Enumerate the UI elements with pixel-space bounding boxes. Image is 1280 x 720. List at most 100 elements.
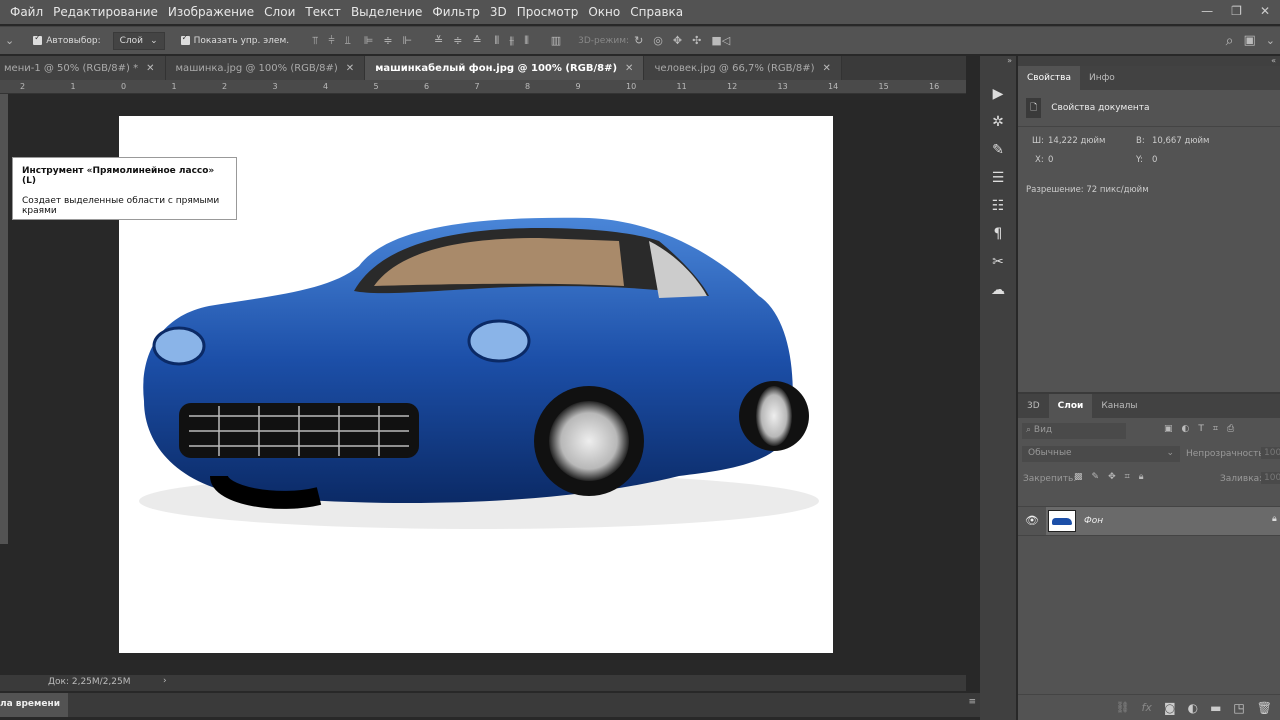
menu-file[interactable]: Файл <box>10 5 43 19</box>
close-icon[interactable]: ✕ <box>1260 4 1270 18</box>
roll-3d-icon[interactable]: ◎ <box>653 34 663 47</box>
menu-view[interactable]: Просмотр <box>517 5 579 19</box>
timeline-tab[interactable]: ла времени <box>0 693 69 717</box>
menu-image[interactable]: Изображение <box>168 5 254 19</box>
chevron-down-icon: ⌄ <box>1166 448 1174 458</box>
close-tab-icon[interactable]: ✕ <box>146 63 154 74</box>
autoselect-dropdown[interactable]: Слой ⌄ <box>112 31 165 50</box>
minimize-icon[interactable]: — <box>1201 4 1213 18</box>
lock-all-icon[interactable]: 🔒︎ <box>1139 472 1144 482</box>
tab-document-2[interactable]: машинка.jpg @ 100% (RGB/8#) ✕ <box>165 56 366 80</box>
brush-icon[interactable]: ✎ <box>992 142 1004 158</box>
lock-artboard-icon[interactable]: ⌗ <box>1125 472 1130 482</box>
align-hcenter-icon[interactable]: ≑ <box>383 34 392 47</box>
status-menu-chevron-icon[interactable]: › <box>163 676 167 686</box>
lock-position-icon[interactable]: ✥ <box>1108 472 1116 482</box>
fx-icon[interactable]: fx <box>1142 701 1152 714</box>
search-icon[interactable]: ⌕ <box>1226 33 1234 49</box>
lock-pixels-icon[interactable]: ✎ <box>1092 472 1100 482</box>
paragraph-styles-icon[interactable]: ☷ <box>992 198 1005 214</box>
add-mask-icon[interactable]: ◙ <box>1164 701 1176 715</box>
workspace-icon[interactable]: ▣ <box>1243 33 1255 48</box>
layer-name[interactable]: Фон <box>1084 516 1103 526</box>
distribute-right-icon[interactable]: ⫴ <box>524 34 529 48</box>
link-layers-icon[interactable]: ⛓ <box>1116 701 1130 714</box>
distribute-bottom-icon[interactable]: ≙ <box>472 34 481 47</box>
menu-select[interactable]: Выделение <box>351 5 422 19</box>
slide-3d-icon[interactable]: ✣ <box>692 34 701 47</box>
autoselect-checkbox[interactable]: Автовыбор: <box>33 33 101 46</box>
filter-pixel-icon[interactable]: ▣ <box>1164 424 1173 434</box>
filter-shape-icon[interactable]: ⌗ <box>1213 424 1218 434</box>
blend-mode-dropdown[interactable]: Обычные ⌄ <box>1022 446 1180 462</box>
adjustments-icon[interactable]: ☰ <box>992 170 1005 186</box>
distribute-hcenter-icon[interactable]: ⫵ <box>509 34 514 48</box>
tab-properties[interactable]: Свойства <box>1018 66 1080 90</box>
orbit-3d-icon[interactable]: ↻ <box>634 34 643 47</box>
show-controls-checkbox[interactable]: Показать упр. элем. <box>180 33 289 46</box>
auto-align-icon[interactable]: ▥ <box>551 34 561 47</box>
x-value[interactable]: 0 <box>1048 155 1053 165</box>
layer-filter-input[interactable]: ⌕ Вид <box>1022 423 1126 439</box>
fill-input[interactable]: 100% <box>1261 472 1280 484</box>
distribute-left-icon[interactable]: ⫴ <box>495 34 500 48</box>
camera-3d-icon[interactable]: ■◁ <box>711 34 730 47</box>
filter-smart-icon[interactable]: ⎙ <box>1227 424 1234 434</box>
align-top-icon[interactable]: ⫪ <box>312 34 318 48</box>
distribute-vcenter-icon[interactable]: ≑ <box>453 34 462 47</box>
expand-icon[interactable]: « <box>1018 56 1280 66</box>
menu-help[interactable]: Справка <box>630 5 683 19</box>
tab-label: машинкабелый фон.jpg @ 100% (RGB/8#) <box>375 62 618 74</box>
align-bottom-icon[interactable]: ⫫ <box>345 34 351 48</box>
layer-row[interactable]: 👁︎ Фон 🔒︎ <box>1018 506 1280 536</box>
tools-icon[interactable]: ✂ <box>992 254 1004 270</box>
libraries-icon[interactable]: ☁ <box>991 282 1005 298</box>
new-group-icon[interactable]: ▬ <box>1210 701 1221 715</box>
y-value[interactable]: 0 <box>1152 155 1157 165</box>
tab-info[interactable]: Инфо <box>1080 66 1124 90</box>
new-layer-icon[interactable]: ◳ <box>1233 701 1244 715</box>
properties-header: 🗋 Свойства документа <box>1018 90 1280 127</box>
tab-layers[interactable]: Слои <box>1048 394 1093 418</box>
menu-3d[interactable]: 3D <box>490 5 507 19</box>
height-label: В: <box>1136 136 1145 146</box>
filter-adjustment-icon[interactable]: ◐ <box>1182 424 1190 434</box>
tab-3d[interactable]: 3D <box>1018 394 1049 418</box>
tool-preset-chevron-icon[interactable]: ⌄ <box>5 34 14 47</box>
close-tab-icon[interactable]: ✕ <box>823 63 831 74</box>
menu-layers[interactable]: Слои <box>264 5 295 19</box>
close-tab-icon[interactable]: ✕ <box>625 63 633 74</box>
opacity-input[interactable]: 100% <box>1261 447 1280 459</box>
filter-type-icon[interactable]: T <box>1198 424 1204 434</box>
menu-edit[interactable]: Редактирование <box>53 5 158 19</box>
menu-text[interactable]: Текст <box>305 5 341 19</box>
close-tab-icon[interactable]: ✕ <box>346 63 354 74</box>
height-value[interactable]: 10,667 дюйм <box>1152 136 1209 146</box>
tab-document-4[interactable]: человек.jpg @ 66,7% (RGB/8#) ✕ <box>644 56 842 80</box>
3d-icon[interactable]: ✲ <box>992 114 1004 130</box>
align-vcenter-icon[interactable]: ⫩ <box>328 34 334 48</box>
width-value[interactable]: 14,222 дюйм <box>1048 136 1105 146</box>
menu-window[interactable]: Окно <box>588 5 620 19</box>
delete-layer-icon[interactable]: 🗑︎ <box>1257 701 1272 715</box>
align-right-icon[interactable]: ⊩ <box>403 34 413 47</box>
menu-filter[interactable]: Фильтр <box>432 5 479 19</box>
workspace-chevron-icon[interactable]: ⌄ <box>1266 34 1275 47</box>
tab-document-3[interactable]: машинкабелый фон.jpg @ 100% (RGB/8#) ✕ <box>365 56 645 80</box>
tab-channels[interactable]: Каналы <box>1092 394 1146 418</box>
actions-play-icon[interactable]: ▶ <box>993 86 1004 102</box>
adjustment-layer-icon[interactable]: ◐ <box>1188 701 1198 715</box>
paragraph-icon[interactable]: ¶ <box>994 226 1003 242</box>
visibility-eye-icon[interactable]: 👁︎ <box>1025 514 1039 527</box>
restore-icon[interactable]: ❐ <box>1231 4 1242 18</box>
panel-dock: » ▶ ✲ ✎ ☰ ☷ ¶ ✂ ☁ <box>980 56 1016 720</box>
ruler-tick-label: 2 <box>20 82 26 91</box>
distribute-top-icon[interactable]: ≚ <box>434 34 443 47</box>
align-left-icon[interactable]: ⊫ <box>364 34 374 47</box>
collapse-icon[interactable]: » <box>980 56 1016 70</box>
autoselect-label: Автовыбор: <box>46 35 101 46</box>
tab-document-1[interactable]: мени-1 @ 50% (RGB/8#) * ✕ <box>0 56 166 80</box>
panel-menu-icon[interactable]: ≡ <box>968 697 976 707</box>
pan-3d-icon[interactable]: ✥ <box>673 34 682 47</box>
lock-transparency-icon[interactable]: ▩ <box>1074 472 1083 482</box>
